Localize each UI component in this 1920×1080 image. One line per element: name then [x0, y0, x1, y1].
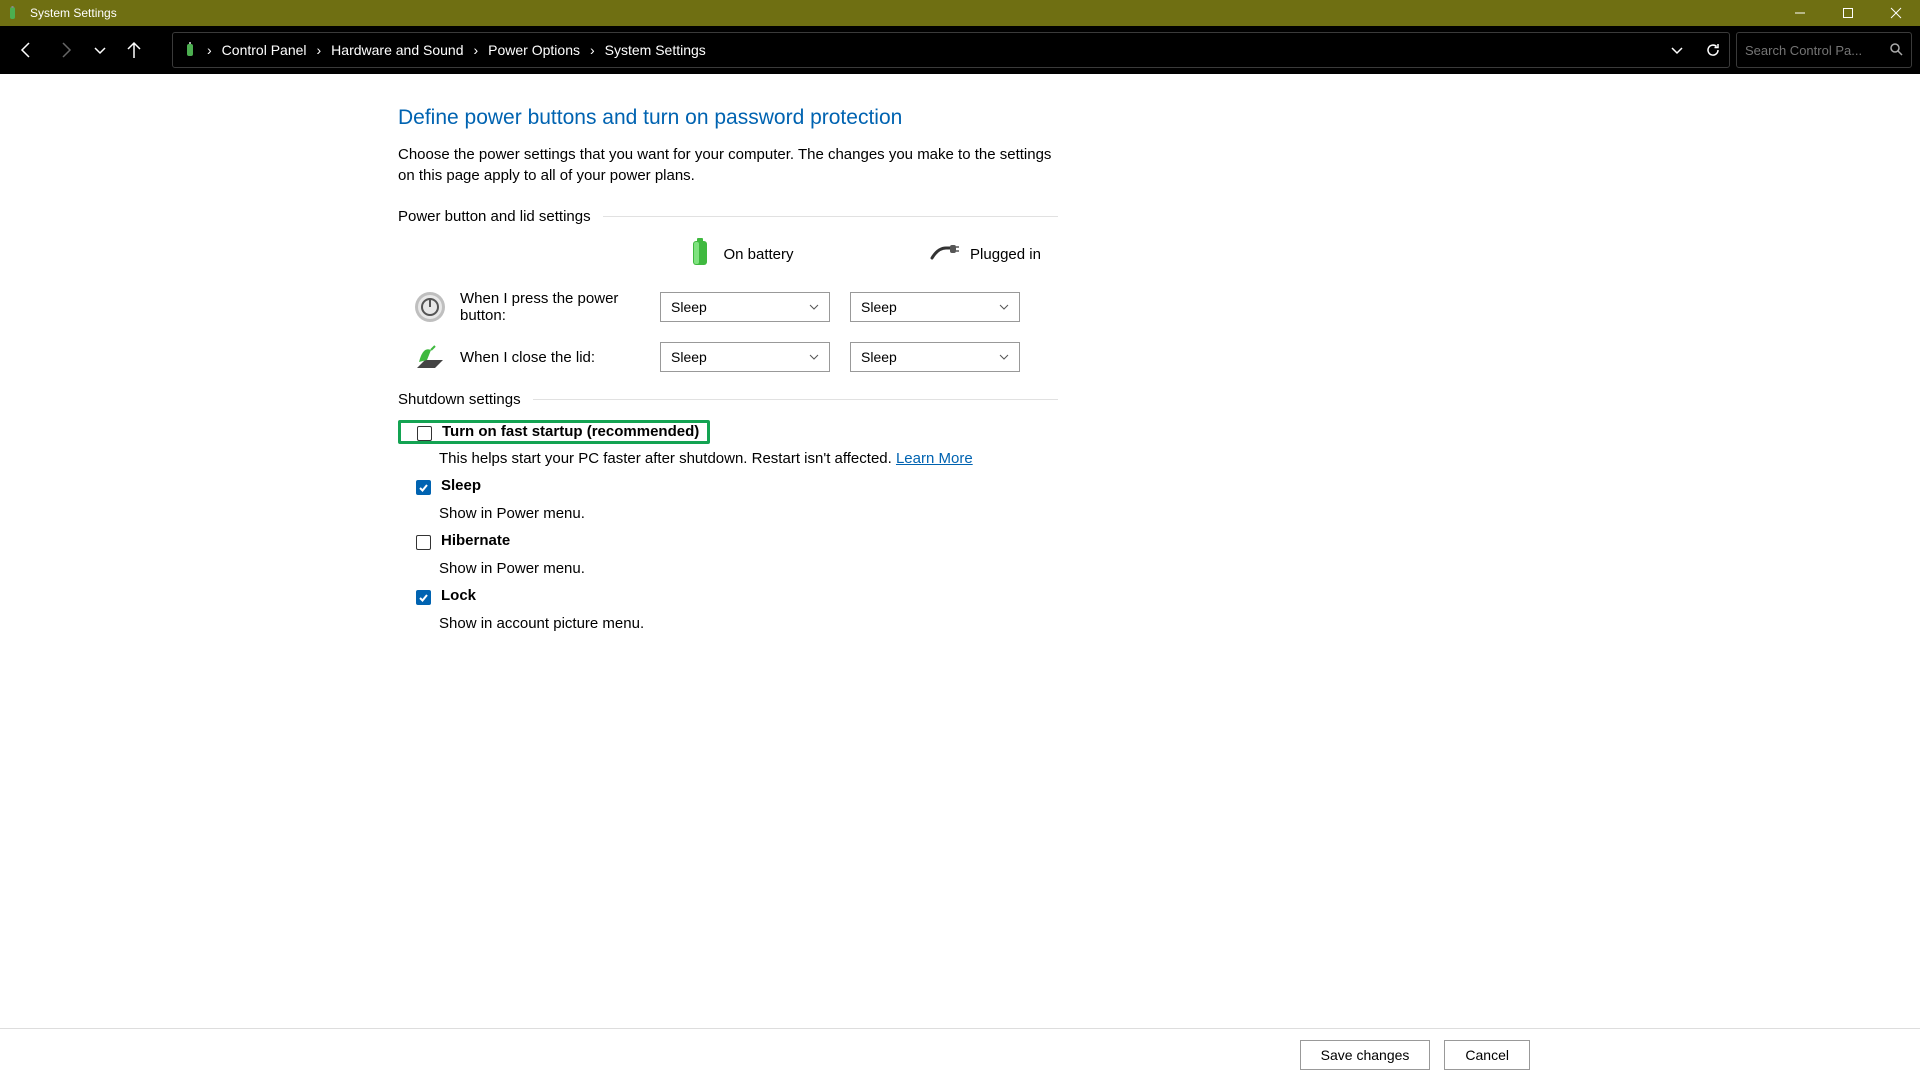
refresh-button[interactable] — [1701, 38, 1725, 62]
breadcrumb[interactable]: › Control Panel › Hardware and Sound › P… — [172, 32, 1730, 68]
column-header-plugged: Plugged in — [913, 242, 1058, 266]
search-icon — [1889, 42, 1903, 59]
footer: Save changes Cancel — [0, 1028, 1920, 1080]
lid-icon — [412, 339, 448, 375]
column-header-plugged-label: Plugged in — [970, 246, 1041, 263]
check-label: Lock — [441, 587, 476, 604]
breadcrumb-separator: › — [471, 42, 480, 58]
plug-icon — [930, 242, 960, 266]
setting-row-label: When I close the lid: — [460, 349, 660, 366]
close-button[interactable] — [1872, 0, 1920, 26]
close-lid-plugged-dropdown[interactable]: Sleep — [850, 342, 1020, 372]
check-item-hibernate[interactable]: Hibernate — [398, 530, 1058, 552]
power-button-icon — [412, 289, 448, 325]
checkbox-fast-startup[interactable] — [417, 426, 432, 441]
content-area: Define power buttons and turn on passwor… — [0, 74, 1920, 1080]
page-description: Choose the power settings that you want … — [398, 144, 1058, 186]
column-header-battery-label: On battery — [723, 246, 793, 263]
breadcrumb-item-control-panel[interactable]: Control Panel — [218, 40, 311, 60]
breadcrumb-separator: › — [588, 42, 597, 58]
battery-icon — [687, 237, 713, 271]
nav-bar: › Control Panel › Hardware and Sound › P… — [0, 26, 1920, 74]
save-changes-button[interactable]: Save changes — [1300, 1040, 1431, 1070]
section-header-power-lid: Power button and lid settings — [398, 208, 1058, 225]
setting-row-close-lid: When I close the lid: Sleep Sleep — [398, 339, 1058, 375]
power-button-plugged-dropdown[interactable]: Sleep — [850, 292, 1020, 322]
breadcrumb-separator: › — [205, 42, 214, 58]
chevron-down-icon — [999, 302, 1009, 312]
breadcrumb-item-system-settings[interactable]: System Settings — [601, 40, 710, 60]
search-input[interactable] — [1745, 43, 1885, 58]
setting-row-power-button: When I press the power button: Sleep Sle… — [398, 289, 1058, 325]
check-desc-text: This helps start your PC faster after sh… — [439, 450, 896, 467]
cancel-button[interactable]: Cancel — [1444, 1040, 1530, 1070]
dropdown-value: Sleep — [671, 299, 707, 315]
breadcrumb-item-hardware-sound[interactable]: Hardware and Sound — [327, 40, 467, 60]
title-bar: System Settings — [0, 0, 1920, 26]
check-item-lock[interactable]: Lock — [398, 585, 1058, 607]
check-desc-sleep: Show in Power menu. — [439, 505, 1058, 522]
checkbox-hibernate[interactable] — [416, 535, 431, 550]
address-dropdown-button[interactable] — [1665, 38, 1689, 62]
maximize-button[interactable] — [1824, 0, 1872, 26]
dropdown-value: Sleep — [671, 349, 707, 365]
power-button-battery-dropdown[interactable]: Sleep — [660, 292, 830, 322]
up-button[interactable] — [114, 30, 154, 70]
check-desc-fast-startup: This helps start your PC faster after sh… — [439, 450, 1058, 467]
check-desc-hibernate: Show in Power menu. — [439, 560, 1058, 577]
forward-button[interactable] — [46, 30, 86, 70]
section-header-shutdown: Shutdown settings — [398, 391, 1058, 408]
window-title: System Settings — [30, 6, 117, 20]
check-desc-lock: Show in account picture menu. — [439, 615, 1058, 632]
shutdown-settings-list: Turn on fast startup (recommended) This … — [398, 420, 1058, 632]
check-label: Hibernate — [441, 532, 510, 549]
minimize-button[interactable] — [1776, 0, 1824, 26]
chevron-down-icon — [999, 352, 1009, 362]
checkbox-sleep[interactable] — [416, 480, 431, 495]
search-box[interactable] — [1736, 32, 1912, 68]
setting-row-label: When I press the power button: — [460, 290, 660, 324]
dropdown-value: Sleep — [861, 349, 897, 365]
column-headers: On battery Plugged in — [668, 237, 1058, 271]
location-icon — [181, 40, 201, 60]
checkbox-lock[interactable] — [416, 590, 431, 605]
chevron-down-icon — [809, 302, 819, 312]
close-lid-battery-dropdown[interactable]: Sleep — [660, 342, 830, 372]
breadcrumb-item-power-options[interactable]: Power Options — [484, 40, 584, 60]
dropdown-value: Sleep — [861, 299, 897, 315]
back-button[interactable] — [6, 30, 46, 70]
recent-locations-button[interactable] — [86, 30, 114, 70]
section-header-label: Shutdown settings — [398, 391, 521, 408]
section-header-label: Power button and lid settings — [398, 208, 591, 225]
column-header-battery: On battery — [668, 237, 813, 271]
check-label: Turn on fast startup (recommended) — [442, 423, 699, 440]
breadcrumb-separator: › — [315, 42, 324, 58]
learn-more-link[interactable]: Learn More — [896, 450, 973, 467]
check-label: Sleep — [441, 477, 481, 494]
chevron-down-icon — [809, 352, 819, 362]
page-title: Define power buttons and turn on passwor… — [398, 106, 1058, 130]
check-item-fast-startup[interactable]: Turn on fast startup (recommended) — [398, 420, 710, 444]
check-item-sleep[interactable]: Sleep — [398, 475, 1058, 497]
app-icon — [6, 5, 22, 21]
